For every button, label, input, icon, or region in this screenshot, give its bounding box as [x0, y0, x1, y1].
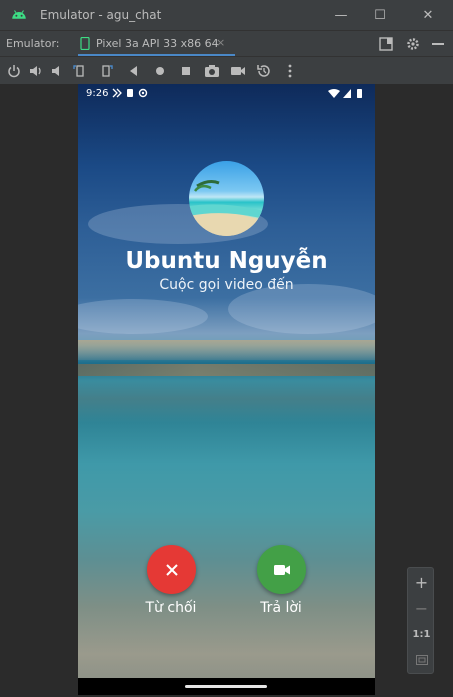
minimize-button[interactable]: — — [320, 0, 362, 30]
tab-close-button[interactable]: × — [216, 36, 225, 49]
beach-photo-icon — [189, 180, 264, 236]
notification-icons — [112, 88, 148, 98]
caller-avatar — [189, 161, 264, 236]
close-window-button[interactable]: ✕ — [407, 0, 449, 30]
screenshot-icon[interactable] — [202, 61, 222, 81]
minimize-panel-icon[interactable] — [429, 35, 447, 53]
gesture-navbar — [78, 678, 375, 695]
zoom-out-button[interactable]: − — [408, 596, 435, 620]
incoming-call-screen: 9:26 Ubuntu Nguyễn Cuộc gọi video đến Từ… — [78, 84, 375, 678]
power-icon[interactable] — [4, 61, 24, 81]
phone-frame: 9:26 Ubuntu Nguyễn Cuộc gọi video đến Từ… — [78, 84, 375, 695]
window-titlebar: Emulator - agu_chat — ☐ ✕ — [0, 0, 453, 30]
snapshot-icon[interactable] — [254, 61, 274, 81]
tab-label: Pixel 3a API 33 x86 64 — [96, 37, 219, 50]
status-icons — [328, 89, 362, 98]
emulator-tabbar: Emulator: Pixel 3a API 33 x86 64 × — [0, 30, 453, 57]
volume-up-icon[interactable] — [26, 61, 46, 81]
zoom-controls: + − 1:1 — [407, 567, 434, 674]
zoom-1-to-1-button[interactable]: 1:1 — [408, 622, 435, 646]
zoom-in-button[interactable]: + — [408, 570, 435, 594]
background-islet — [78, 364, 375, 376]
rotate-right-icon[interactable] — [96, 61, 116, 81]
video-camera-icon — [273, 564, 290, 575]
home-icon[interactable] — [150, 61, 170, 81]
fit-screen-icon[interactable] — [408, 648, 435, 672]
volume-down-icon[interactable] — [48, 61, 68, 81]
android-icon — [12, 10, 26, 19]
back-icon[interactable] — [124, 61, 144, 81]
home-gesture-handle[interactable] — [185, 685, 267, 688]
overview-icon[interactable] — [176, 61, 196, 81]
emulator-label: Emulator: — [6, 37, 60, 50]
call-type-label: Cuộc gọi video đến — [159, 277, 294, 293]
emulator-toolbar — [0, 56, 453, 84]
status-bar-time: 9:26 — [86, 88, 109, 99]
settings-gear-icon[interactable] — [404, 35, 422, 53]
window-title: Emulator - agu_chat — [40, 8, 162, 22]
device-icon — [80, 37, 90, 50]
accept-label: Trả lời — [260, 600, 302, 616]
accept-video-call-button[interactable] — [257, 545, 306, 594]
caller-name: Ubuntu Nguyễn — [125, 248, 328, 274]
layout-icon[interactable] — [377, 35, 395, 53]
more-icon[interactable] — [280, 61, 300, 81]
tab-pixel-3a[interactable]: Pixel 3a API 33 x86 64 × — [72, 31, 235, 57]
screen-record-icon[interactable] — [228, 61, 248, 81]
background-cloud — [78, 299, 208, 334]
decline-call-button[interactable] — [147, 545, 196, 594]
rotate-left-icon[interactable] — [70, 61, 90, 81]
close-icon — [165, 563, 178, 576]
maximize-button[interactable]: ☐ — [359, 0, 401, 30]
background-horizon — [78, 340, 375, 360]
decline-label: Từ chối — [145, 600, 197, 616]
